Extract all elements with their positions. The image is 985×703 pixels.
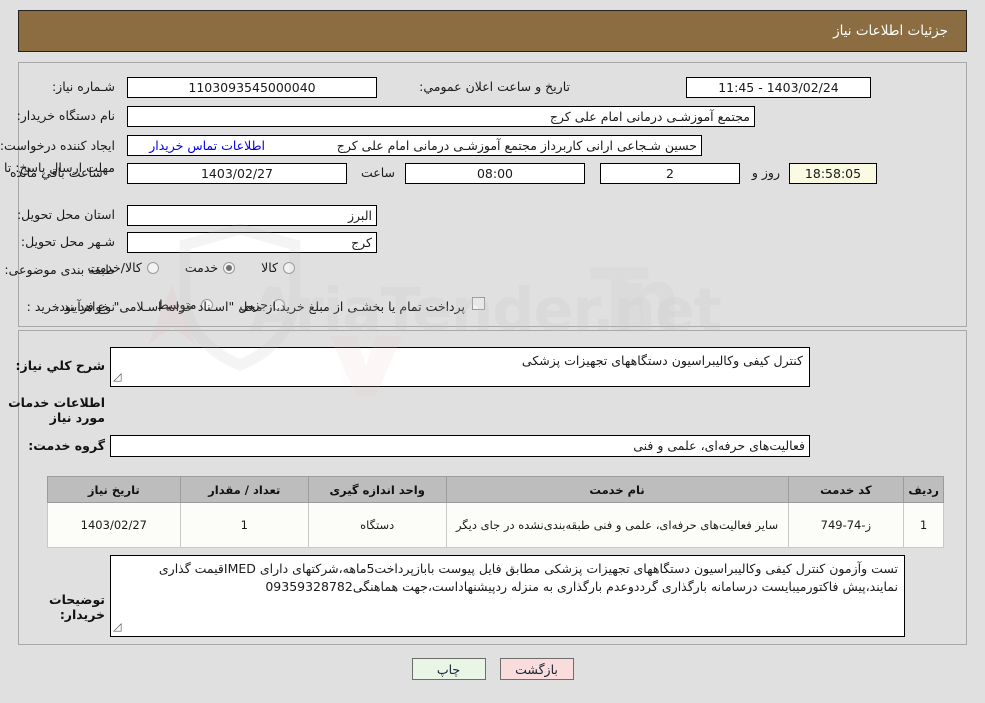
creator-label: ایجاد کننده درخواست: — [0, 138, 115, 153]
creator-label-wrap: ایجاد کننده درخواست: — [0, 138, 115, 153]
col-qty: تعداد / مقدار — [179, 476, 309, 503]
service-group-label: گروه خدمت: — [28, 438, 105, 453]
action-buttons: بازگشت چاپ — [0, 658, 985, 680]
announce-datetime-value: 1403/02/24 - 11:45 — [686, 77, 871, 98]
category-label-2: کالا/خدمت — [87, 260, 142, 275]
buyer-contact-link[interactable]: اطلاعات تماس خریدار — [149, 138, 265, 153]
resize-grip-icon[interactable]: ◺ — [113, 368, 121, 386]
need-number-label: شـماره نیاز: — [51, 79, 115, 94]
need-number-label-wrap: شـماره نیاز: — [52, 79, 115, 94]
category-radio-0[interactable] — [283, 261, 295, 274]
service-group-value: فعالیت‌های حرفه‌ای، علمی و فنی — [110, 435, 810, 457]
cell-quantity: 1 — [179, 502, 309, 548]
need-info-panel — [18, 62, 967, 327]
remaining-hours-label: ساعت باقي مانده — [10, 165, 103, 180]
service-items-table: ردیف کد خدمت نام خدمت واحد اندازه گیری ت… — [47, 476, 944, 548]
cell-service-name: سایر فعالیت‌های حرفه‌ای، علمی و فنی طبقه… — [445, 502, 789, 548]
buyer-org-value: مجتمع آموزشـی درمانی امام علی کرج — [127, 106, 755, 127]
cell-need-date: 1403/02/27 — [47, 502, 181, 548]
need-number-value: 1103093545000040 — [127, 77, 377, 98]
announce-datetime-label-wrap: تاریخ و ساعت اعلان عمومي: — [419, 79, 570, 94]
general-need-textarea[interactable]: کنترل کیفی وکالیبراسیون دستگاههای تجهیزا… — [110, 347, 810, 387]
general-need-label: شرح كلي نیاز: — [15, 358, 105, 373]
page-header: جزئیات اطلاعات نیاز — [18, 10, 967, 52]
deadline-hour-label: ساعت — [360, 165, 395, 180]
treasury-checkbox[interactable] — [472, 297, 485, 310]
category-label-1: خدمت — [184, 260, 219, 275]
province-label: استان محل تحویل: — [16, 207, 115, 222]
col-date: تاریخ نیاز — [47, 476, 181, 503]
table-row: 1 ز-74-749 سایر فعالیت‌های حرفه‌ای، علمی و… — [47, 502, 944, 548]
col-code: کد خدمت — [787, 476, 905, 503]
deadline-time-value: 08:00 — [405, 163, 585, 184]
province-value: البرز — [127, 205, 377, 226]
province-label-wrap: استان محل تحویل: — [17, 207, 115, 222]
remaining-days-value: 2 — [600, 163, 740, 184]
services-info-title: اطلاعات خدمات مورد نیاز — [8, 395, 105, 425]
category-radio-2[interactable] — [146, 261, 159, 274]
buyer-notes-value: تست وآزمون کنترل کیفی وکالیبراسیون دستگا… — [158, 561, 898, 594]
city-label-wrap: شـهر محل تحویل: — [21, 234, 115, 249]
city-label: شـهر محل تحویل: — [20, 234, 115, 249]
resize-grip-icon[interactable]: ◺ — [113, 618, 121, 636]
col-row-no: ردیف — [903, 476, 944, 503]
col-name: نام خدمت — [445, 476, 789, 503]
buyer-notes-label: توضیحات خریدار: — [49, 592, 105, 622]
category-option-2[interactable]: کالا/خدمت — [87, 260, 159, 275]
category-radio-1[interactable] — [223, 261, 236, 274]
col-unit: واحد اندازه گیری — [307, 476, 447, 503]
category-label-0: کالا — [261, 260, 278, 275]
print-button[interactable]: چاپ — [411, 658, 486, 680]
buyer-org-label-wrap: نام دستگاه خریدار: — [17, 108, 115, 123]
treasury-note: پرداخت تمام یا بخشـی از مبلغ خرید،از محل… — [55, 299, 465, 314]
back-button[interactable]: بازگشت — [499, 658, 574, 680]
buyer-org-label: نام دستگاه خریدار: — [16, 108, 115, 123]
buyer-notes-textarea[interactable]: تست وآزمون کنترل کیفی وکالیبراسیون دستگا… — [110, 555, 905, 637]
category-radio-group: کالا خدمت کالا/خدمت — [61, 260, 295, 275]
city-value: کرج — [127, 232, 377, 253]
deadline-date-value: 1403/02/27 — [127, 163, 347, 184]
cell-service-code: ز-74-749 — [787, 502, 905, 548]
cell-unit: دستگاه — [307, 502, 447, 548]
countdown-timer-value: 18:58:05 — [789, 163, 877, 184]
category-option-0[interactable]: کالا — [261, 260, 295, 275]
general-need-value: کنترل کیفی وکالیبراسیون دستگاههای تجهیزا… — [521, 353, 803, 368]
cell-row-no: 1 — [903, 502, 944, 548]
table-header-row: ردیف کد خدمت نام خدمت واحد اندازه گیری ت… — [47, 476, 944, 503]
announce-datetime-label: تاریخ و ساعت اعلان عمومي: — [419, 79, 570, 94]
treasury-checkbox-wrap[interactable] — [472, 297, 485, 310]
page-title: جزئیات اطلاعات نیاز — [833, 23, 948, 39]
remaining-days-label: روز و — [751, 165, 780, 180]
category-option-1[interactable]: خدمت — [184, 260, 236, 275]
